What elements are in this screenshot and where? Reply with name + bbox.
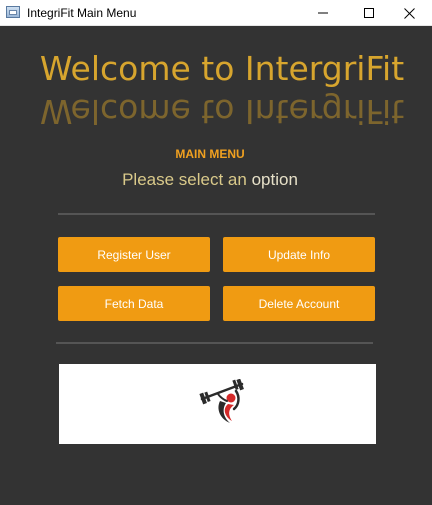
logo-panel [59, 364, 376, 444]
maximize-icon [364, 8, 374, 18]
menu-subtitle-part1: Please select an [122, 170, 247, 189]
menu-subtitle: Please select an option [0, 169, 420, 191]
minimize-button[interactable] [300, 0, 346, 26]
welcome-title-reflection: Welcome to IntergriFit [39, 92, 405, 131]
fetch-data-button[interactable]: Fetch Data [58, 286, 210, 321]
update-info-button[interactable]: Update Info [223, 237, 375, 272]
menu-subtitle-part2: option [251, 170, 298, 189]
fitness-logo-icon [199, 379, 244, 423]
close-icon [403, 7, 415, 19]
minimize-icon [318, 12, 328, 14]
delete-account-button[interactable]: Delete Account [223, 286, 375, 321]
title-bar[interactable]: IntegriFit Main Menu [0, 0, 432, 26]
divider-top [58, 213, 375, 215]
close-button[interactable] [386, 0, 432, 26]
main-menu-window: IntegriFit Main Menu Welcome to Intergri… [0, 0, 432, 505]
main-content: Welcome to IntergriFit Welcome to Interg… [0, 26, 432, 505]
app-window-icon [6, 6, 20, 18]
window-title: IntegriFit Main Menu [27, 6, 137, 20]
main-menu-heading: MAIN MENU [175, 147, 245, 161]
welcome-title: Welcome to IntergriFit [39, 49, 405, 88]
divider-bottom [56, 342, 373, 344]
register-user-button[interactable]: Register User [58, 237, 210, 272]
